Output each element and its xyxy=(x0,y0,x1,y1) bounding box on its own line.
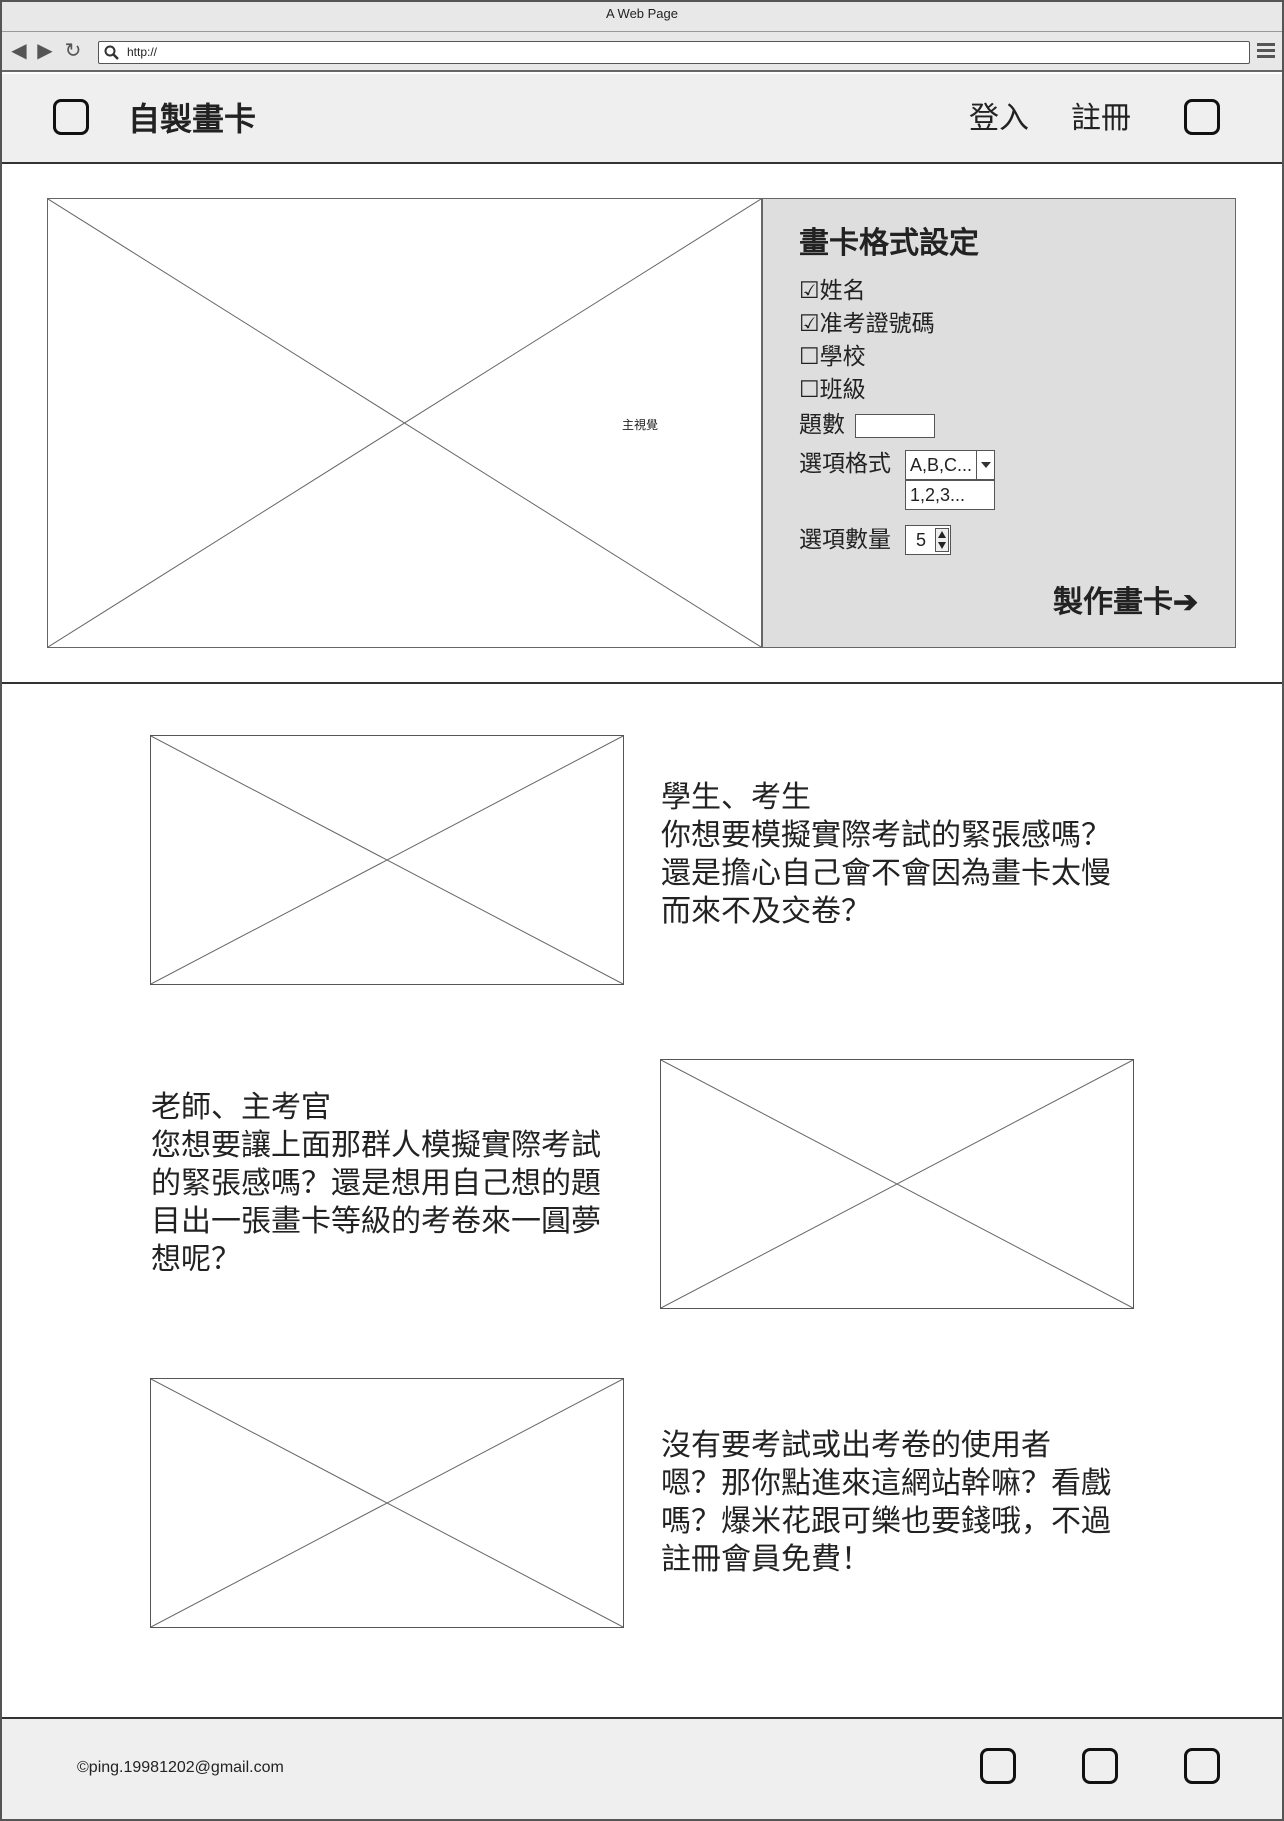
checkbox-checked-icon[interactable]: ☑ xyxy=(799,311,820,337)
feature-image-placeholder xyxy=(150,1378,624,1628)
footer-email[interactable]: ©ping.19981202@gmail.com xyxy=(77,1757,284,1779)
format-selected-value: A,B,C... xyxy=(910,455,973,475)
url-text: http:// xyxy=(127,45,158,59)
logo-icon[interactable] xyxy=(53,99,89,135)
checkbox-unchecked-icon[interactable]: ☐ xyxy=(799,344,820,370)
format-option-text: 1,2,3... xyxy=(910,485,966,505)
placeholder-cross-icon xyxy=(661,1060,1133,1308)
checkbox-exam-id[interactable]: ☑准考證號碼 xyxy=(799,308,935,340)
count-label: 選項數量 xyxy=(799,527,891,553)
format-label: 選項格式 xyxy=(799,451,891,477)
checkbox-label: 准考證號碼 xyxy=(819,311,935,337)
count-value: 5 xyxy=(916,530,927,550)
make-card-button[interactable]: 製作畫卡➔ xyxy=(1053,582,1198,624)
menu-icon[interactable] xyxy=(1257,43,1275,61)
checkbox-unchecked-icon[interactable]: ☐ xyxy=(799,377,820,403)
questions-label: 題數 xyxy=(799,412,845,438)
reload-icon[interactable]: ↻ xyxy=(62,40,84,62)
questions-input[interactable] xyxy=(855,414,935,438)
window-title-bar: A Web Page xyxy=(0,0,1284,32)
user-icon[interactable] xyxy=(1184,99,1220,135)
login-link[interactable]: 登入 xyxy=(969,98,1029,140)
increment-arrow-icon[interactable] xyxy=(938,531,946,538)
placeholder-cross-icon xyxy=(151,736,623,984)
social-icon[interactable] xyxy=(980,1748,1016,1784)
checkbox-name[interactable]: ☑姓名 xyxy=(799,275,866,307)
feature-image-placeholder xyxy=(660,1059,1134,1309)
panel-title: 畫卡格式設定 xyxy=(799,226,979,261)
format-option[interactable]: 1,2,3... xyxy=(905,480,995,510)
placeholder-cross-icon xyxy=(151,1379,623,1627)
register-link[interactable]: 註冊 xyxy=(1071,98,1131,140)
checkbox-label: 姓名 xyxy=(819,278,866,304)
window-title: A Web Page xyxy=(605,6,679,21)
feature-image-placeholder xyxy=(150,735,624,985)
site-title[interactable]: 自製畫卡 xyxy=(128,98,256,140)
decrement-arrow-icon[interactable] xyxy=(938,542,946,549)
checkbox-class[interactable]: ☐班級 xyxy=(799,374,866,406)
spinner-icon[interactable] xyxy=(935,528,949,552)
hero-image-label: 主視覺 xyxy=(620,414,661,435)
checkbox-label: 班級 xyxy=(819,377,866,403)
checkbox-label: 學校 xyxy=(819,344,866,370)
format-select[interactable]: A,B,C... xyxy=(905,450,995,480)
feature-text-visitors: 沒有要考試或出考卷的使用者 嗯？那你點進來這網站幹嘛？看戲嗎？爆米花跟可樂也要錢… xyxy=(661,1428,1111,1577)
address-bar[interactable]: http:// xyxy=(98,41,1250,64)
social-icon[interactable] xyxy=(1184,1748,1220,1784)
forward-arrow-icon[interactable]: ▶ xyxy=(34,40,56,62)
feature-text-teachers: 老師、主考官 您想要讓上面那群人模擬實際考試的緊張感嗎？還是想用自己想的題目出一… xyxy=(151,1090,601,1277)
checkbox-school[interactable]: ☐學校 xyxy=(799,341,866,373)
social-icon[interactable] xyxy=(1082,1748,1118,1784)
feature-text-students: 學生、考生 你想要模擬實際考試的緊張感嗎？還是擔心自己會不會因為畫卡太慢而來不及… xyxy=(661,780,1111,929)
count-stepper[interactable]: 5 xyxy=(905,525,951,555)
chevron-down-icon[interactable] xyxy=(976,451,995,479)
search-icon xyxy=(104,45,119,60)
checkbox-checked-icon[interactable]: ☑ xyxy=(799,278,820,304)
back-arrow-icon[interactable]: ◀ xyxy=(8,40,30,62)
